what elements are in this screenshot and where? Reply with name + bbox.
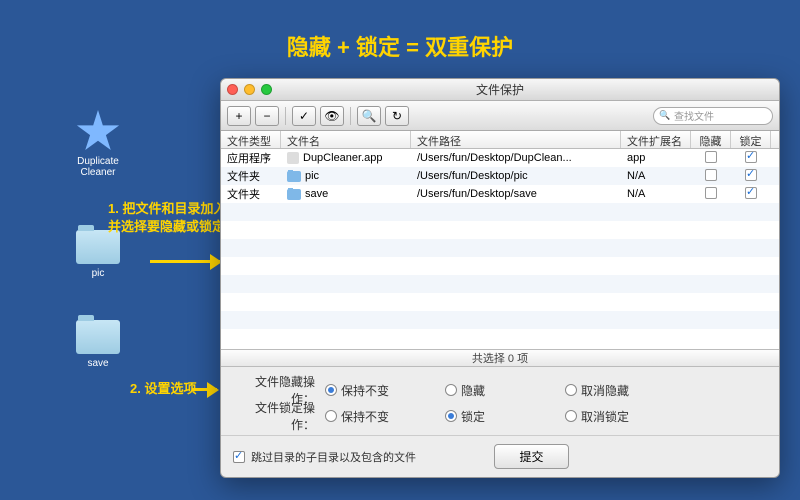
titlebar[interactable]: 文件保护	[221, 79, 779, 101]
table-row[interactable]: 文件夹save/Users/fun/Desktop/saveN/A	[221, 185, 779, 203]
slogan-heading: 隐藏 + 锁定 = 双重保护	[0, 30, 800, 62]
submit-button[interactable]: 提交	[494, 444, 568, 469]
radio-hide-keep[interactable]: 保持不变	[325, 382, 435, 399]
skip-subdir-label: 跳过目录的子目录以及包含的文件	[251, 449, 416, 465]
search-button[interactable]: 🔍	[357, 106, 381, 126]
radio-lock-unlock[interactable]: 取消锁定	[565, 408, 675, 425]
lock-checkbox[interactable]	[745, 169, 757, 181]
remove-button[interactable]: −	[255, 106, 279, 126]
search-input[interactable]: 查找文件	[653, 107, 773, 125]
col-name[interactable]: 文件名	[281, 131, 411, 148]
table-header[interactable]: 文件类型 文件名 文件路径 文件扩展名 隐藏 锁定	[221, 131, 779, 149]
refresh-button[interactable]: ↻	[385, 106, 409, 126]
folder-icon	[76, 320, 120, 354]
col-type[interactable]: 文件类型	[221, 131, 281, 148]
hide-checkbox[interactable]	[705, 169, 717, 181]
radio-lock-keep[interactable]: 保持不变	[325, 408, 435, 425]
icon-label: save	[68, 358, 128, 369]
footer: 跳过目录的子目录以及包含的文件 提交	[221, 435, 779, 477]
desktop-icon-duplicate-cleaner[interactable]: Duplicate Cleaner	[68, 110, 128, 178]
table-row[interactable]: 应用程序DupCleaner.app/Users/fun/Desktop/Dup…	[221, 149, 779, 167]
radio-lock-lock[interactable]: 锁定	[445, 408, 555, 425]
col-ext[interactable]: 文件扩展名	[621, 131, 691, 148]
table-row[interactable]: 文件夹pic/Users/fun/Desktop/picN/A	[221, 167, 779, 185]
icon-label: pic	[68, 268, 128, 279]
app-icon	[287, 152, 299, 164]
col-lock[interactable]: 锁定	[731, 131, 771, 148]
lock-checkbox[interactable]	[745, 151, 757, 163]
radio-hide-hide[interactable]: 隐藏	[445, 382, 555, 399]
file-protection-window: 文件保护 + − ✓ 👁 🔍 ↻ 查找文件 文件类型 文件名 文件路径 文件扩展…	[220, 78, 780, 478]
lock-op-label: 文件锁定操作：	[235, 399, 315, 433]
col-path[interactable]: 文件路径	[411, 131, 621, 148]
folder-icon	[287, 171, 301, 182]
arrow-icon	[192, 388, 217, 391]
arrow-icon	[150, 260, 220, 263]
hide-checkbox[interactable]	[705, 187, 717, 199]
star-icon	[76, 110, 120, 154]
table-body: 应用程序DupCleaner.app/Users/fun/Desktop/Dup…	[221, 149, 779, 349]
folder-icon	[287, 189, 301, 200]
check-button[interactable]: ✓	[292, 106, 316, 126]
selection-bar: 共选择 0 项	[221, 349, 779, 367]
skip-subdir-checkbox[interactable]	[233, 451, 245, 463]
hide-checkbox[interactable]	[705, 151, 717, 163]
add-button[interactable]: +	[227, 106, 251, 126]
desktop-icon-save[interactable]: save	[68, 320, 128, 369]
options-panel: 文件隐藏操作： 保持不变 隐藏 取消隐藏 文件锁定操作： 保持不变 锁定 取消锁…	[221, 367, 779, 435]
annotation-step2: 2. 设置选项	[130, 380, 196, 398]
icon-label: Duplicate Cleaner	[68, 156, 128, 178]
toolbar: + − ✓ 👁 🔍 ↻ 查找文件	[221, 101, 779, 131]
window-title: 文件保护	[221, 81, 779, 98]
eye-button[interactable]: 👁	[320, 106, 344, 126]
lock-checkbox[interactable]	[745, 187, 757, 199]
col-hide[interactable]: 隐藏	[691, 131, 731, 148]
desktop-icon-pic[interactable]: pic	[68, 230, 128, 279]
radio-hide-unhide[interactable]: 取消隐藏	[565, 382, 675, 399]
